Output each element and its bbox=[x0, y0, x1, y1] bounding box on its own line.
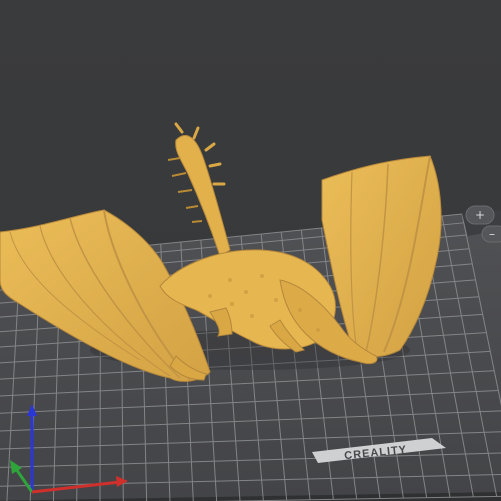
plus-icon: + bbox=[475, 208, 485, 222]
scene-canvas[interactable]: + – CREALITY bbox=[0, 0, 501, 501]
zoom-in-button[interactable]: + bbox=[465, 205, 495, 225]
zoom-out-button[interactable]: – bbox=[481, 225, 501, 243]
3d-viewport[interactable]: + – CREALITY bbox=[0, 0, 501, 501]
minus-icon: – bbox=[489, 227, 495, 241]
